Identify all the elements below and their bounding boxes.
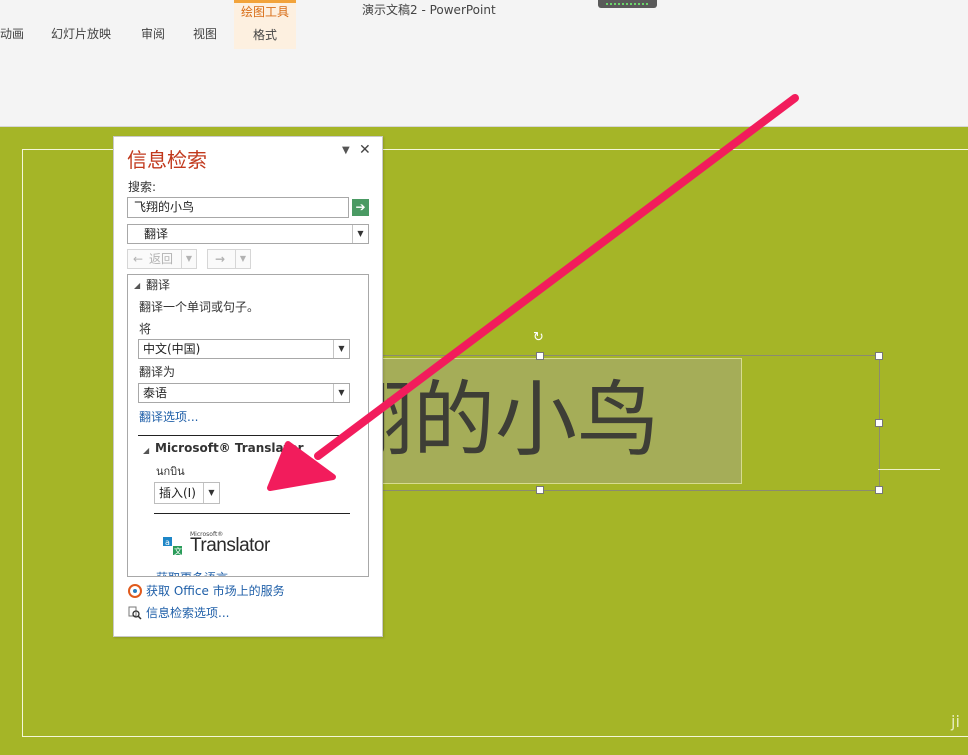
watermark: ji [951,712,960,731]
insert-button[interactable]: 插入(I) ▼ [154,482,220,504]
resize-handle-bottom-right[interactable] [875,486,883,494]
microsoft-translator-logo: a 文 Microsoft® Translator [162,531,282,561]
office-store-icon [128,584,142,598]
translation-result[interactable]: นกบิน [156,462,185,480]
arrow-right-icon: ➔ [355,200,366,214]
resize-handle-bottom[interactable] [536,486,544,494]
drawing-tools-label: 绘图工具 [240,5,289,19]
to-language-select[interactable]: 泰语 ▼ [138,383,350,403]
translate-section-heading: 翻译 [146,278,171,292]
resize-handle-top[interactable] [536,352,544,360]
chevron-down-icon: ▼ [333,384,349,402]
svg-text:文: 文 [174,546,182,556]
translator-logo-icon: a 文 [163,537,182,556]
back-button[interactable]: ← 返回 ▼ [127,249,197,269]
chevron-down-icon[interactable]: ▼ [203,483,219,503]
chevron-down-icon: ▼ [333,340,349,358]
ms-translator-heading: Microsoft® Translator [155,441,304,455]
logo-translator-text: Translator [190,535,270,556]
to-label: 翻译为 [139,365,176,379]
pane-options-dropdown-icon[interactable]: ▼ [342,145,350,156]
research-options-label: 信息检索选项... [146,606,230,620]
research-options-link[interactable]: 信息检索选项... [128,604,229,621]
collapse-triangle-icon[interactable]: ◢ [143,446,149,455]
start-search-button[interactable]: ➔ [352,199,369,216]
from-label: 将 [139,322,152,336]
back-arrow-icon: ← [133,252,144,266]
tab-format[interactable]: 格式 [234,26,296,43]
divider [154,513,350,514]
search-input[interactable]: 飞翔的小鸟 [127,197,349,218]
taskbar-thumbnail [598,0,657,8]
forward-button[interactable]: → ▼ [207,249,251,269]
service-select-value: 翻译 [144,227,169,241]
resize-handle-top-right[interactable] [875,352,883,360]
window-title: 演示文稿2 - PowerPoint [362,3,496,17]
chevron-down-icon: ▼ [352,225,368,243]
service-select[interactable]: 翻译 ▼ [127,224,369,244]
insert-button-label: 插入(I) [159,486,196,500]
tab-animations[interactable]: 动画 [0,25,24,42]
to-language-value: 泰语 [143,386,168,400]
selection-frame[interactable] [376,355,880,491]
tab-view[interactable]: 视图 [193,25,217,42]
back-dropdown-icon[interactable]: ▼ [181,250,196,268]
forward-dropdown-icon[interactable]: ▼ [235,250,250,268]
pane-title: 信息检索 [127,148,207,172]
translate-description: 翻译一个单词或句子。 [139,300,260,314]
from-language-select[interactable]: 中文(中国) ▼ [138,339,350,359]
drawing-tools-context-group: 绘图工具 格式 [234,0,296,49]
guide-line [878,469,940,470]
from-language-value: 中文(中国) [143,342,201,356]
magnifier-options-icon [128,606,142,620]
tab-review[interactable]: 审阅 [141,25,165,42]
close-icon[interactable]: ✕ [359,142,371,158]
results-panel[interactable]: ◢ 翻译 翻译一个单词或句子。 将 中文(中国) ▼ 翻译为 泰语 ▼ 翻译选项… [127,274,369,577]
tab-slideshow[interactable]: 幻灯片放映 [51,25,111,42]
svg-text:a: a [165,538,170,547]
divider [138,435,350,436]
search-label: 搜索: [128,180,157,194]
ribbon: 演示文稿2 - PowerPoint 动画 幻灯片放映 审阅 视图 绘图工具 格… [0,0,968,127]
more-languages-link[interactable]: 获取更多语言 [156,569,228,576]
collapse-triangle-icon[interactable]: ◢ [134,281,140,290]
back-label: 返回 [149,252,174,266]
rotate-handle-icon[interactable]: ↻ [533,331,544,344]
forward-arrow-icon: → [215,252,226,266]
office-store-label: 获取 Office 市场上的服务 [146,584,285,598]
research-pane: 信息检索 ▼ ✕ 搜索: 飞翔的小鸟 ➔ 翻译 ▼ ← 返回 ▼ → ▼ ◢ 翻… [113,136,383,637]
office-store-link[interactable]: 获取 Office 市场上的服务 [128,582,285,599]
resize-handle-right[interactable] [875,419,883,427]
translation-options-link[interactable]: 翻译选项... [139,408,198,425]
